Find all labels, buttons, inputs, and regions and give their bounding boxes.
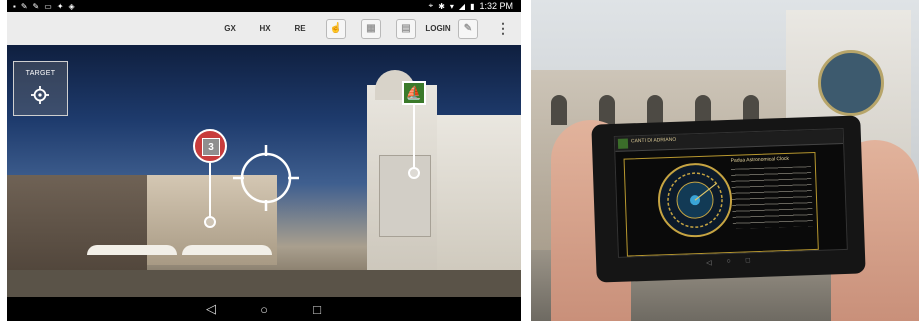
map-icon: ▦ — [361, 18, 381, 39]
back-icon: ◁ — [206, 301, 216, 316]
recents-button[interactable]: □ — [307, 297, 327, 321]
recents-icon: □ — [313, 301, 321, 317]
poi-marker-stem — [209, 163, 211, 217]
poi-marker-green[interactable]: ⛵ — [402, 81, 426, 105]
settings-button[interactable]: ✎ — [455, 12, 481, 45]
battery-icon: ▮ — [470, 1, 475, 11]
photo-astronomical-clock — [818, 50, 884, 116]
crosshair-icon — [31, 86, 49, 104]
toolbar-button-document[interactable]: ▤ — [392, 12, 420, 45]
toolbar-button-label: RE — [294, 24, 306, 33]
target-button-label: TARGET — [25, 70, 56, 77]
sailboat-icon: ⛵ — [405, 85, 423, 100]
home-button[interactable]: ○ — [254, 297, 274, 321]
poi-anchor-dot[interactable] — [408, 167, 420, 179]
device-in-use-photo: CANTI DI ADRIANO Padua Astronomical Cloc… — [531, 0, 919, 321]
toolbar-button-glove[interactable]: ☝ — [322, 12, 350, 45]
bluetooth-icon: ✱ — [438, 1, 445, 11]
back-button[interactable]: ◁ — [201, 297, 221, 321]
more-vert-icon: ⋮ — [496, 20, 510, 36]
toolbar-button-label: GX — [224, 24, 236, 33]
poi-anchor-dot[interactable] — [204, 216, 216, 228]
wrench-icon: ✎ — [32, 1, 40, 11]
android-nav-bar: ◁ ○ □ — [7, 297, 521, 321]
poi-count-badge: 3 — [202, 138, 220, 156]
glove-icon: ☝ — [326, 18, 346, 39]
toolbar-button-gx[interactable]: GX — [217, 12, 243, 45]
location-icon: ⌖ — [428, 1, 434, 10]
home-icon: ○ — [260, 301, 268, 317]
target-button[interactable]: TARGET — [13, 61, 68, 116]
scene-banner — [379, 155, 431, 237]
wifi-icon: ▾ — [449, 1, 454, 11]
login-label: LOGIN — [425, 24, 451, 33]
signal-icon: ◢ — [458, 1, 466, 11]
app-title: CANTI DI ADRIANO — [630, 136, 677, 145]
toolbar-button-label: HX — [259, 24, 271, 33]
tablet-screenshot: ▪ ✎ ✎ ▭ ✦ ◈ ⌖ ✱ ▾ ◢ ▮ 1:32 PM GX HX RE ☝ — [7, 0, 521, 321]
toolbar-button-map[interactable]: ▦ — [357, 12, 385, 45]
document-icon: ▤ — [396, 18, 416, 39]
wrench-icon: ✎ — [20, 1, 28, 11]
app-toolbar: GX HX RE ☝ ▦ ▤ LOGIN ✎ ⋮ — [7, 12, 521, 46]
home-icon: ○ — [726, 257, 731, 266]
scene-umbrella — [87, 245, 177, 255]
handheld-tablet: CANTI DI ADRIANO Padua Astronomical Cloc… — [591, 115, 866, 283]
notification-icon: ▪ — [13, 1, 16, 11]
panel-text-lines — [730, 166, 813, 229]
toolbar-button-hx[interactable]: HX — [252, 12, 278, 45]
recents-icon: □ — [745, 257, 751, 265]
poi-marker-stem — [413, 105, 415, 168]
status-bar: ▪ ✎ ✎ ▭ ✦ ◈ ⌖ ✱ ▾ ◢ ▮ 1:32 PM — [7, 0, 521, 12]
toolbar-button-re[interactable]: RE — [287, 12, 313, 45]
image-icon: ◈ — [68, 1, 75, 11]
wrench-icon: ✎ — [458, 18, 478, 39]
app-header: CANTI DI ADRIANO — [614, 128, 844, 152]
back-icon: ◁ — [706, 259, 712, 267]
photo-window — [647, 95, 663, 125]
ar-camera-view[interactable]: TARGET 3 ⛵ — [7, 45, 521, 297]
message-icon: ▭ — [44, 1, 52, 11]
status-bar-right-icons: ⌖ ✱ ▾ ◢ ▮ 1:32 PM — [429, 1, 521, 11]
pin-icon: ✦ — [56, 1, 64, 11]
login-button[interactable]: LOGIN — [425, 12, 451, 45]
astronomical-clock-dial — [658, 163, 733, 238]
scene-umbrella — [182, 245, 272, 255]
status-time: 1:32 PM — [479, 1, 513, 11]
status-bar-left-icons: ▪ ✎ ✎ ▭ ✦ ◈ — [7, 2, 75, 11]
app-logo — [617, 138, 629, 149]
tablet-screen: CANTI DI ADRIANO Padua Astronomical Cloc… — [613, 127, 848, 258]
tablet-nav-bar: ◁ ○ □ — [706, 257, 750, 267]
poi-cluster-marker[interactable]: 3 — [193, 129, 227, 163]
photo-window — [551, 95, 567, 125]
scene-ground — [7, 270, 521, 297]
center-reticle-icon — [233, 145, 299, 211]
overflow-menu-button[interactable]: ⋮ — [493, 12, 513, 45]
